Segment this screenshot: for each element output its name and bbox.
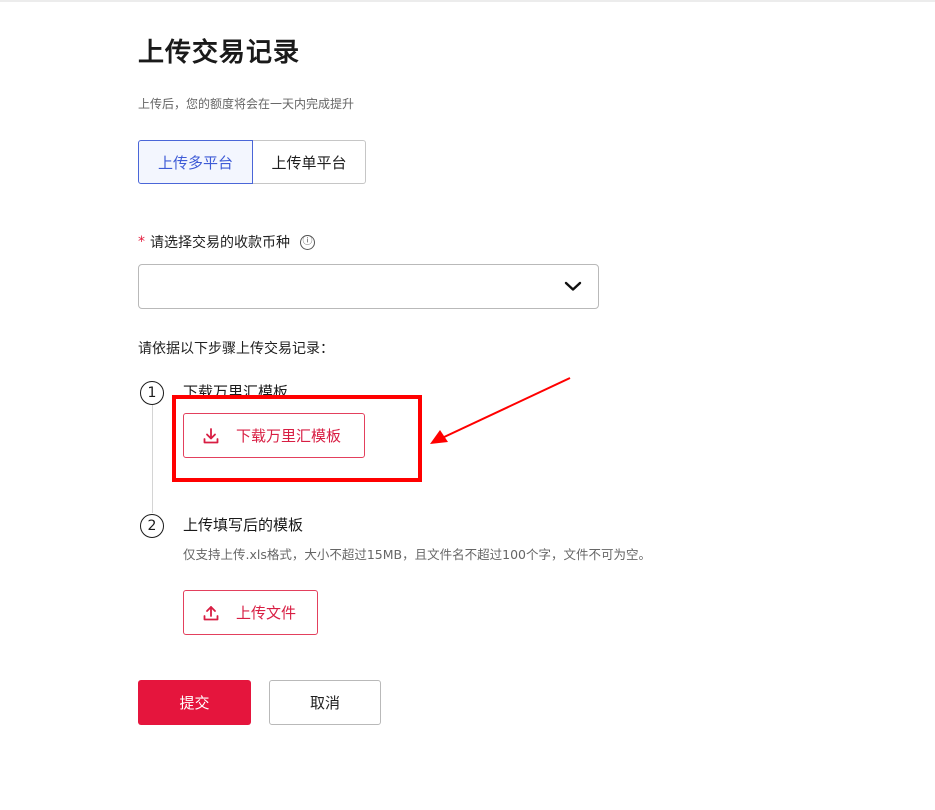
upload-requirements-text: 仅支持上传.xls格式，大小不超过15MB，且文件名不超过100个字，文件不可为…: [183, 547, 651, 562]
info-icon[interactable]: ⓘ: [300, 234, 315, 250]
steps-intro: 请依据以下步骤上传交易记录：: [138, 341, 334, 357]
annotation-highlight-box: [172, 395, 422, 482]
cancel-button[interactable]: 取消: [269, 680, 381, 725]
upload-file-label: 上传文件: [236, 604, 297, 622]
required-mark: *: [138, 234, 145, 250]
top-divider: [0, 0, 935, 2]
upload-transactions-page: 上传交易记录 上传后，您的额度将会在一天内完成提升 上传多平台 上传单平台 * …: [0, 0, 935, 810]
upload-single-platform-button[interactable]: 上传单平台: [253, 140, 366, 184]
annotation-arrow: [430, 377, 571, 444]
chevron-down-icon: [564, 281, 582, 291]
upload-icon: [203, 605, 219, 620]
upload-multi-platform-button[interactable]: 上传多平台: [138, 140, 253, 184]
page-subtitle: 上传后，您的额度将会在一天内完成提升: [138, 97, 355, 111]
step-1-number: 1: [140, 381, 164, 405]
platform-toggle: 上传多平台 上传单平台: [138, 140, 366, 184]
currency-field-label: * 请选择交易的收款币种 ⓘ: [138, 232, 315, 252]
page-title: 上传交易记录: [138, 38, 301, 68]
currency-label-text: 请选择交易的收款币种: [150, 235, 290, 251]
currency-select[interactable]: [138, 264, 599, 309]
submit-button[interactable]: 提交: [138, 680, 251, 725]
upload-file-button[interactable]: 上传文件: [183, 590, 318, 635]
step-2-number: 2: [140, 514, 164, 538]
step-connector-line: [152, 405, 153, 513]
step-2-title: 上传填写后的模板: [183, 516, 304, 534]
